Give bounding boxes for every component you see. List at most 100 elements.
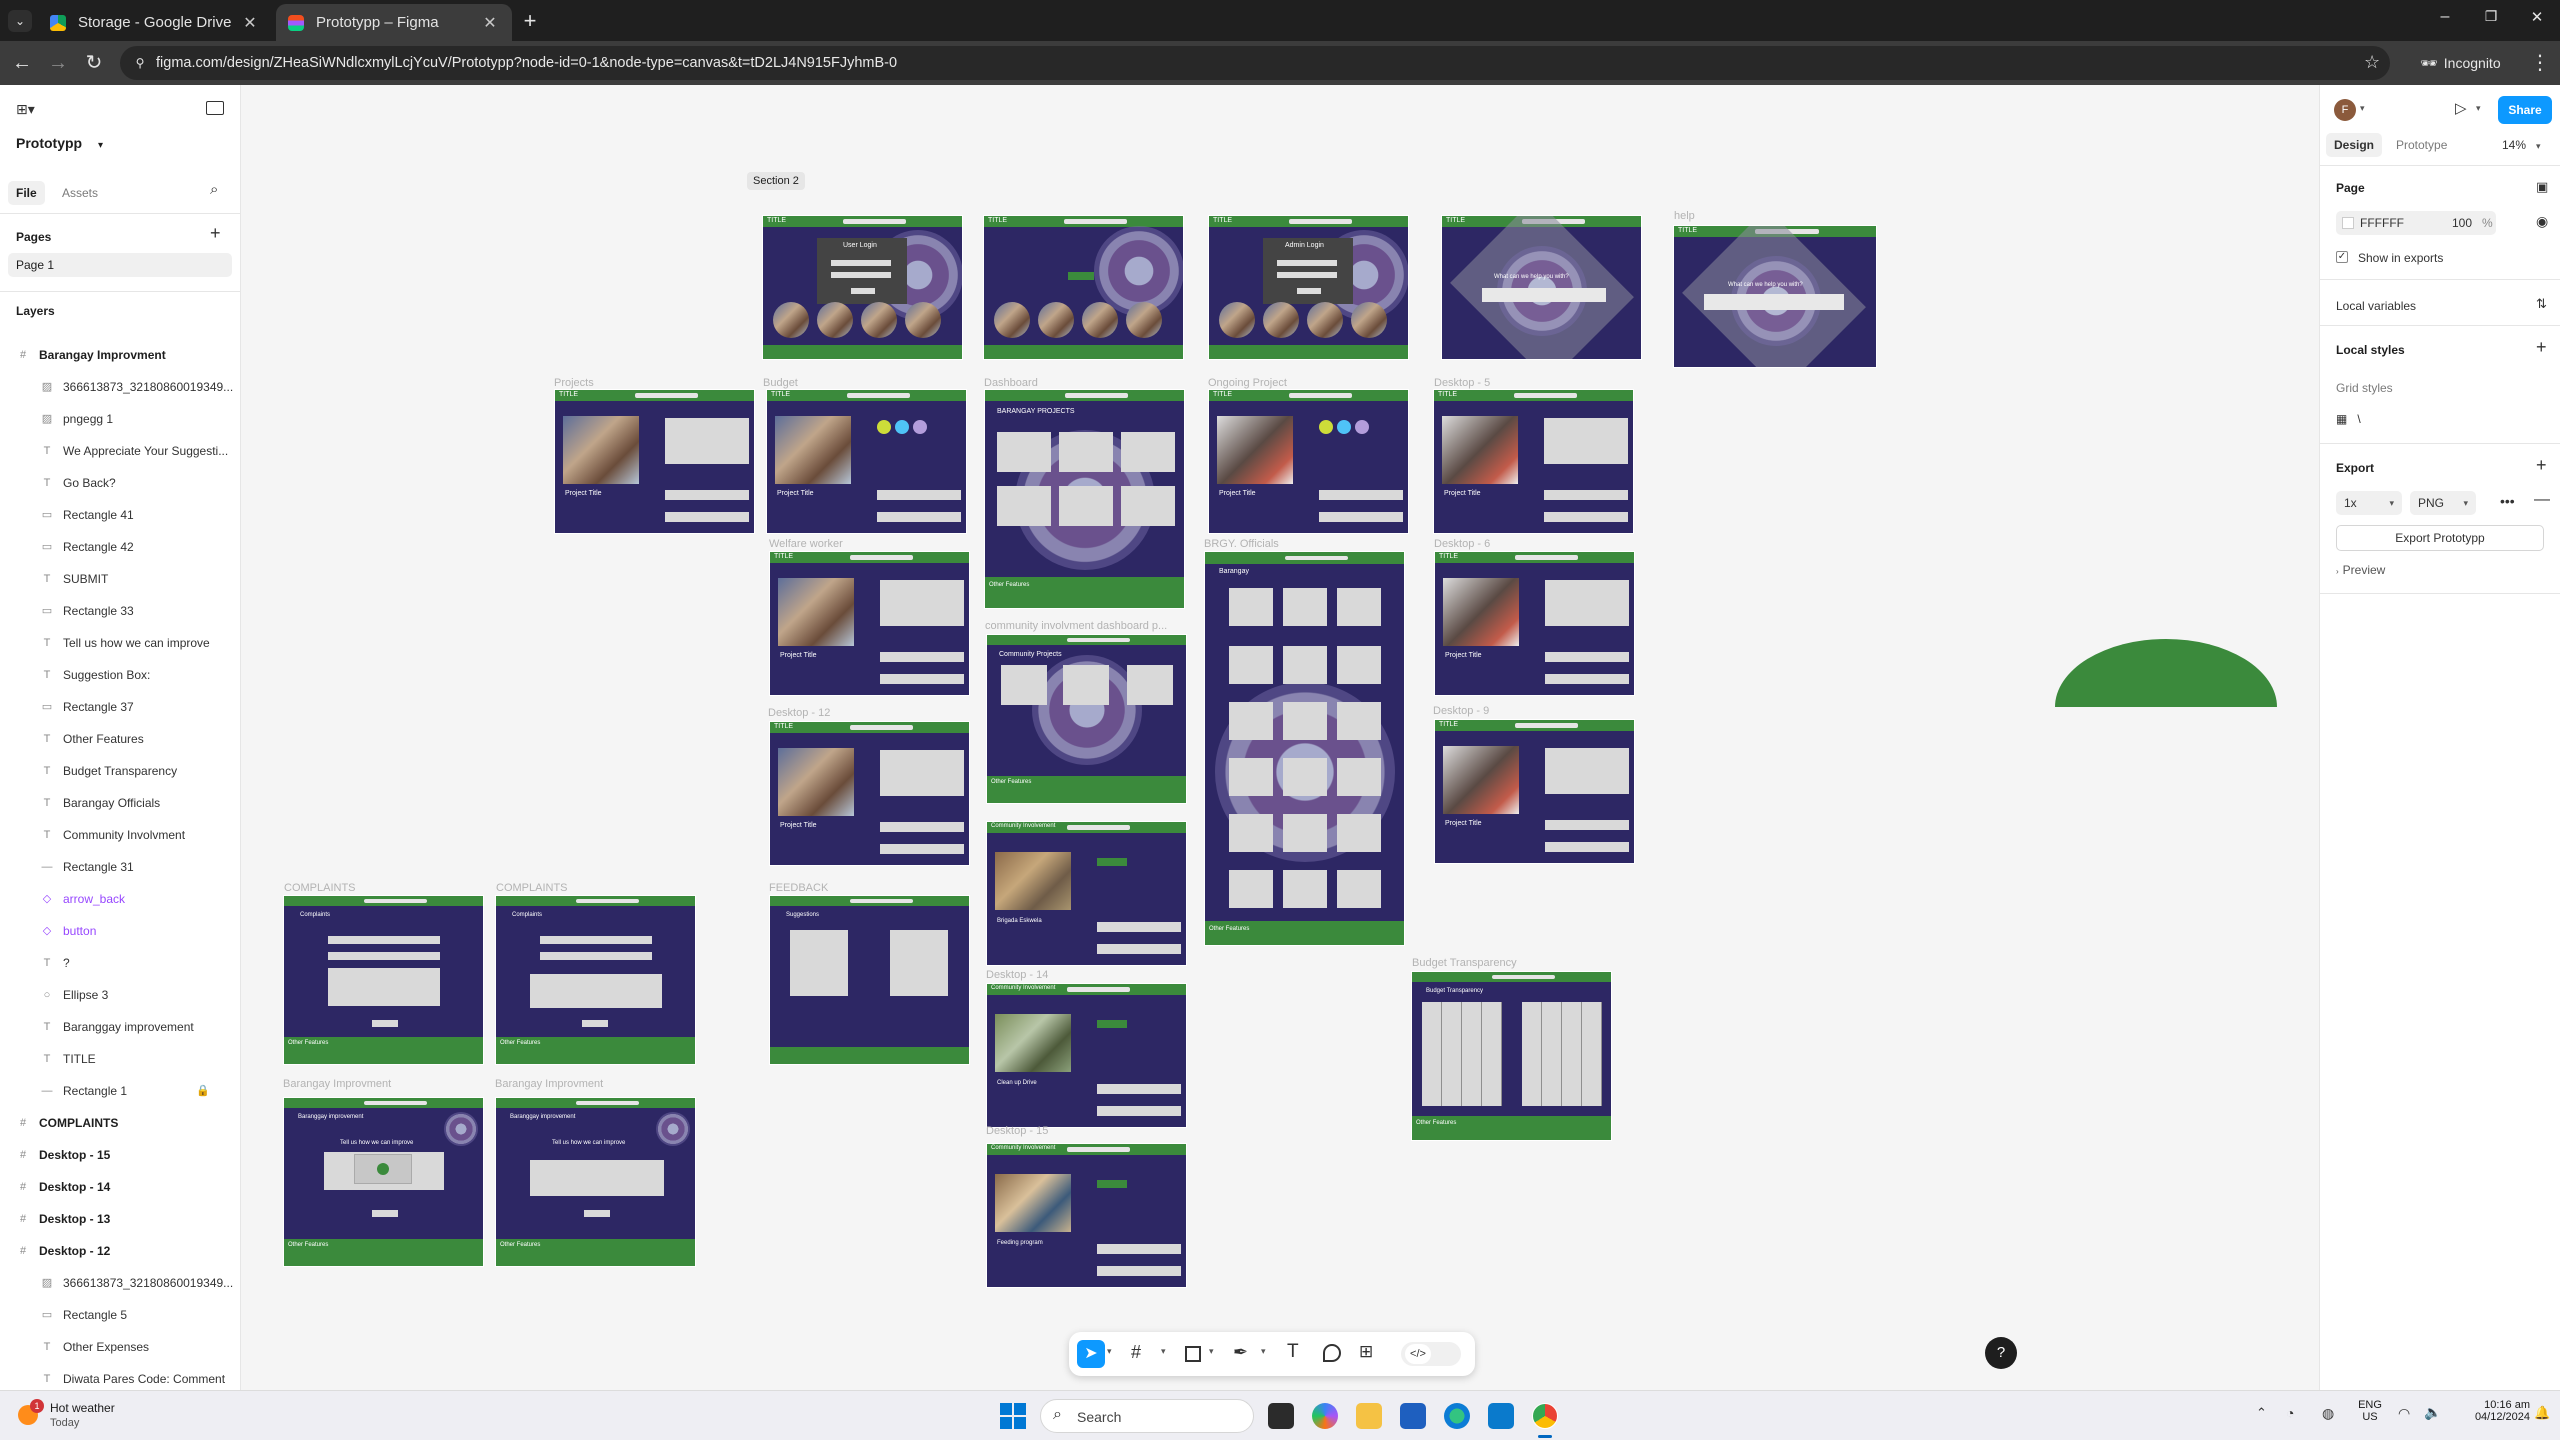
pen-tool-icon[interactable]: ✒ — [1233, 1342, 1248, 1363]
frame-label[interactable]: Desktop - 14 — [986, 969, 1048, 981]
toggle-sidebar-icon[interactable] — [206, 101, 224, 115]
back-icon[interactable]: ← — [10, 51, 34, 75]
layer-item[interactable]: ▭ Rectangle 33 — [0, 595, 240, 627]
layer-item[interactable]: T SUBMIT — [0, 563, 240, 595]
layer-item[interactable]: T Baranggay improvement — [0, 1011, 240, 1043]
frame-label[interactable]: community involvment dashboard p... — [985, 620, 1167, 632]
restore-button[interactable]: ❐ — [2476, 8, 2506, 25]
frame-label[interactable]: help — [1674, 210, 1695, 222]
frame-label[interactable]: Budget — [763, 377, 798, 389]
page-item-page-1[interactable]: Page 1 — [8, 253, 232, 277]
frame-brgy-officials[interactable]: Barangay Other Features — [1204, 551, 1405, 946]
volume-icon[interactable]: 🔈 — [2424, 1404, 2441, 1421]
layer-item[interactable]: T Suggestion Box: — [0, 659, 240, 691]
frame-label[interactable]: Barangay Improvment — [495, 1078, 603, 1090]
frame-complaints-2[interactable]: Complaints Other Features — [495, 895, 696, 1065]
add-style-icon[interactable]: + — [2536, 337, 2547, 358]
frame-community-involvement-1[interactable]: Community Involvement Brigada Eskwela — [986, 821, 1187, 966]
frame-budget[interactable]: TITLE Project Title — [766, 389, 967, 534]
layer-item[interactable]: ▨ 366613873_32180860019349... — [0, 371, 240, 403]
export-more-icon[interactable]: ••• — [2500, 493, 2515, 509]
layer-item[interactable]: ▭ Rectangle 41 — [0, 499, 240, 531]
layer-item[interactable]: # Desktop - 15 — [0, 1139, 240, 1171]
frame-desktop-6[interactable]: TITLE Project Title — [1434, 551, 1635, 696]
frame-label[interactable]: Desktop - 9 — [1433, 705, 1489, 717]
layer-item[interactable]: # Barangay Improvment — [0, 339, 240, 371]
layer-item[interactable]: ○ Ellipse 3 — [0, 979, 240, 1011]
close-tab-icon[interactable]: ✕ — [240, 13, 260, 33]
frame-user-login[interactable]: TITLE User Login — [762, 215, 963, 360]
frame-label[interactable]: Desktop - 12 — [768, 707, 830, 719]
layer-item[interactable]: ◇ button — [0, 915, 240, 947]
weather-widget[interactable]: 1 Hot weather Today — [14, 1399, 154, 1433]
frame-tool-chevron-icon[interactable]: ▾ — [1161, 1346, 1166, 1357]
variables-icon[interactable]: ⇅ — [2536, 296, 2547, 312]
chrome-icon[interactable] — [1532, 1403, 1558, 1429]
preview-toggle[interactable]: › Preview — [2336, 563, 2385, 577]
layer-item[interactable]: ◇ arrow_back — [0, 883, 240, 915]
show-hidden-icons[interactable]: ⌃ — [2256, 1405, 2267, 1421]
layer-item[interactable]: T TITLE — [0, 1043, 240, 1075]
frame-label[interactable]: Dashboard — [984, 377, 1038, 389]
frame-welfare-worker[interactable]: TITLE Project Title — [769, 551, 970, 696]
rectangle-tool-icon[interactable] — [1185, 1346, 1201, 1362]
frame-ongoing-project[interactable]: TITLE Project Title — [1208, 389, 1409, 534]
address-bar[interactable]: ⚲ figma.com/design/ZHeaSiWNdlcxmylLcjYcu… — [120, 46, 2390, 80]
frame-feedback[interactable]: Suggestions — [769, 895, 970, 1065]
taskbar-search[interactable]: ⌕ Search — [1040, 1399, 1254, 1433]
present-play-icon[interactable]: ▷ — [2455, 99, 2467, 117]
search-icon[interactable]: ⌕ — [210, 181, 218, 198]
remove-export-icon[interactable]: — — [2534, 491, 2550, 509]
move-tool-chevron-icon[interactable]: ▾ — [1107, 1346, 1112, 1357]
frame-label[interactable]: Desktop - 6 — [1434, 538, 1490, 550]
rectangle-tool-chevron-icon[interactable]: ▾ — [1209, 1346, 1214, 1357]
comment-tool-icon[interactable] — [1323, 1344, 1341, 1362]
task-view-icon[interactable] — [1268, 1403, 1294, 1429]
figma-canvas[interactable]: Section 2 TITLE User Login TITLE TITLE A… — [241, 85, 2319, 1390]
export-scale-select[interactable]: 1x ▾ — [2336, 491, 2402, 515]
tray-app-icon[interactable]: ◍ — [2322, 1405, 2334, 1422]
export-button[interactable]: Export Prototypp — [2336, 525, 2544, 551]
close-window-button[interactable]: ✕ — [2522, 8, 2552, 26]
avatar[interactable]: F — [2334, 99, 2356, 121]
tab-search-button[interactable]: ⌄ — [8, 10, 32, 32]
layer-item[interactable]: T Tell us how we can improve — [0, 627, 240, 659]
layer-item[interactable]: — Rectangle 31 — [0, 851, 240, 883]
bookmark-star-icon[interactable]: ☆ — [2364, 52, 2380, 73]
frame-desktop-5[interactable]: TITLE Project Title — [1433, 389, 1634, 534]
edge-browser-icon[interactable] — [1444, 1403, 1470, 1429]
copilot-icon[interactable] — [1312, 1403, 1338, 1429]
help-button[interactable]: ? — [1985, 1337, 2017, 1369]
layer-item[interactable]: # Desktop - 12 — [0, 1235, 240, 1267]
frame-label[interactable]: Desktop - 5 — [1434, 377, 1490, 389]
share-button[interactable]: Share — [2498, 96, 2552, 124]
layer-item[interactable]: # Desktop - 14 — [0, 1171, 240, 1203]
language-indicator[interactable]: ENG US — [2354, 1399, 2386, 1423]
frame-label[interactable]: Welfare worker — [769, 538, 843, 550]
text-tool-icon[interactable]: T — [1287, 1341, 1299, 1363]
layer-item[interactable]: ▭ Rectangle 37 — [0, 691, 240, 723]
layer-item[interactable]: ▭ Rectangle 5 — [0, 1299, 240, 1331]
avatar-chevron-icon[interactable]: ▾ — [2360, 103, 2365, 114]
green-semicircle-shape[interactable] — [2055, 639, 2277, 707]
reload-icon[interactable]: ↻ — [82, 51, 106, 75]
frame-label[interactable]: BRGY. Officials — [1204, 538, 1279, 550]
notification-bell-icon[interactable]: 🔔 — [2534, 1405, 2550, 1421]
vscode-icon[interactable] — [1488, 1403, 1514, 1429]
new-tab-button[interactable]: + — [518, 6, 542, 36]
clock[interactable]: 10:16 am 04/12/2024 — [2446, 1399, 2530, 1423]
dev-mode-toggle[interactable]: </> — [1401, 1342, 1461, 1366]
show-in-exports-checkbox[interactable]: ✓ — [2336, 251, 2348, 263]
frame-projects[interactable]: TITLE Project Title — [554, 389, 755, 534]
frame-label[interactable]: Budget Transparency — [1412, 957, 1517, 969]
layer-item[interactable]: T Other Features — [0, 723, 240, 755]
url-text[interactable]: figma.com/design/ZHeaSiWNdlcxmylLcjYcuV/… — [156, 46, 897, 80]
page-styles-icon[interactable]: ▣ — [2536, 179, 2548, 195]
frame-complaints-1[interactable]: Complaints Other Features — [283, 895, 484, 1065]
layer-item[interactable]: T Barangay Officials — [0, 787, 240, 819]
frame-label[interactable]: COMPLAINTS — [496, 882, 568, 894]
frame-desktop-12[interactable]: TITLE Project Title — [769, 721, 970, 866]
grid-style-item[interactable]: ▦ \ — [2336, 409, 2361, 429]
frame-barangay-improvement-1[interactable]: Baranggay improvement Tell us how we can… — [283, 1097, 484, 1267]
export-format-select[interactable]: PNG ▾ — [2410, 491, 2476, 515]
